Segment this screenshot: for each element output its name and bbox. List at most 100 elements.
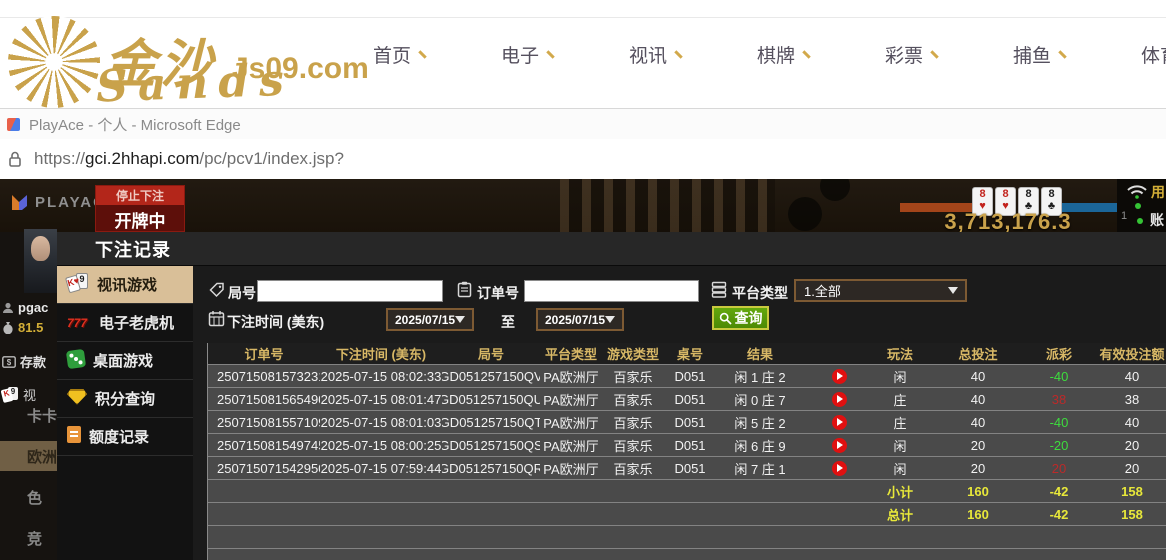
cell-valid: 38 [1088,388,1166,410]
cell: PA欧洲厅 [540,365,602,387]
deposit-label: 存款 [20,352,46,371]
playace-logo-icon [10,193,29,212]
date-from-select[interactable]: 2025/07/15 [386,308,474,331]
cell-bet: 40 [926,388,1030,410]
cell: 闲 0 庄 7 [716,388,804,410]
nav-item-label: 棋牌 [757,41,795,68]
url-domain: gci.2hhapi.com [85,149,199,168]
clipboard-icon [457,281,472,298]
replay-button[interactable] [832,392,847,407]
table-status-box: 停止下注 开牌中 [95,185,185,232]
cell: D051 [664,457,716,479]
table-row: 2507150815654902025-07-15 08:01:47GD0512… [208,387,1166,410]
cell-replay [804,365,874,387]
tab-额度记录[interactable]: 额度记录 [57,418,193,456]
cell-valid: 20 [1088,457,1166,479]
deposit-row[interactable]: $ 存款 [2,352,46,371]
nav-item-label: 电子 [501,41,539,68]
cell-valid: 40 [1088,365,1166,387]
cell: 闲 1 庄 2 [716,365,804,387]
cell-play: 闲 [874,457,926,479]
column-header: 局号 [442,343,540,364]
tab-积分查询[interactable]: 积分查询 [57,380,193,418]
cell-valid: 20 [1088,434,1166,456]
cell [442,480,540,502]
lobby-menu-item[interactable]: 竞 [0,523,57,553]
lobby-menu-item[interactable]: 卡卡 [0,400,57,430]
cell-play: 庄 [874,388,926,410]
replay-button[interactable] [832,461,847,476]
chevron-down-icon [674,46,687,59]
background-stripes [560,179,775,232]
cell [804,503,874,525]
replay-button[interactable] [832,438,847,453]
nav-item-首页[interactable]: 首页 [336,0,464,108]
cell: 250715081573231 [208,365,320,387]
tab-电子老虎机[interactable]: 777电子老虎机 [57,304,193,342]
cell: 闲 7 庄 1 [716,457,804,479]
cell-payout: 20 [1030,457,1088,479]
url-bar[interactable]: https://gci.2hhapi.com/pc/pcv1/index.jsp… [0,139,1166,179]
background-blob [788,197,822,231]
nav-item-label: 体育 [1141,41,1166,68]
platform-selected-value: 1.全部 [804,281,841,300]
status-dot [1135,203,1141,209]
round-input[interactable] [257,280,443,302]
table-row: 2507150815497452025-07-15 08:00:25GD0512… [208,433,1166,456]
cell [540,480,602,502]
empty-row [208,548,1166,560]
tab-桌面游戏[interactable]: 桌面游戏 [57,342,193,380]
document-icon [67,426,81,447]
nav-item-电子[interactable]: 电子 [464,0,592,108]
round-label: 局号 [228,283,256,303]
nav-item-label: 彩票 [885,41,923,68]
nav-item-视讯[interactable]: 视讯 [592,0,720,108]
summary-row: 小计160-42158 [208,479,1166,502]
cell: 2025-07-15 08:01:03 [320,411,442,433]
lobby-menu-item[interactable]: 欧洲 [0,441,57,471]
sands-sunburst-icon [8,16,100,108]
tab-视讯游戏[interactable]: 9K♥视讯游戏 [57,266,193,304]
nav-item-棋牌[interactable]: 棋牌 [720,0,848,108]
cell-payout: -20 [1030,434,1088,456]
cell-replay [804,457,874,479]
replay-button[interactable] [832,369,847,384]
column-header: 有效投注额 [1088,343,1166,364]
date-to-select[interactable]: 2025/07/15 [536,308,624,331]
replay-button[interactable] [832,415,847,430]
column-header [804,343,874,364]
url-text[interactable]: https://gci.2hhapi.com/pc/pcv1/index.jsp… [34,149,344,169]
platform-select[interactable]: 1.全部 [794,279,967,302]
cell [602,480,664,502]
cell: D051 [664,434,716,456]
table-header-row: 订单号下注时间 (美东)局号平台类型游戏类型桌号结果玩法总投注派彩有效投注额 [208,343,1166,364]
cell-replay [804,434,874,456]
cell [716,480,804,502]
nav-item-彩票[interactable]: 彩票 [848,0,976,108]
dropdown-arrow-icon [948,287,958,294]
avatar [24,229,57,293]
cell: PA欧洲厅 [540,388,602,410]
playace-favicon-icon [7,118,20,131]
lobby-menu-item[interactable]: 色 [0,482,57,512]
order-input[interactable] [524,280,699,302]
nav-item-捕鱼[interactable]: 捕鱼 [976,0,1104,108]
cell-payout: -40 [1030,411,1088,433]
user-icon [2,302,14,314]
game-top-strip: PLAYACE 停止下注 开牌中 8♥8♥8♣8♣ 3,713,176.3 用 … [0,179,1166,232]
username-text: pgac [18,300,48,315]
column-header: 游戏类型 [602,343,664,364]
column-header: 总投注 [926,343,1030,364]
nav-item-体育[interactable]: 体育 [1104,0,1166,108]
cell-payout: -40 [1030,365,1088,387]
cell-play: 庄 [874,411,926,433]
url-path: /pc/pcv1/index.jsp? [199,149,344,168]
search-button[interactable]: 查询 [712,306,769,330]
cell: 2025-07-15 08:00:25 [320,434,442,456]
modal-title: 下注记录 [95,236,171,262]
bet-records-table: 订单号下注时间 (美东)局号平台类型游戏类型桌号结果玩法总投注派彩有效投注额25… [207,343,1166,560]
cell [208,503,320,525]
to-label: 至 [501,312,515,332]
summary-payout: -42 [1030,503,1088,525]
cell: 2025-07-15 08:02:33 [320,365,442,387]
